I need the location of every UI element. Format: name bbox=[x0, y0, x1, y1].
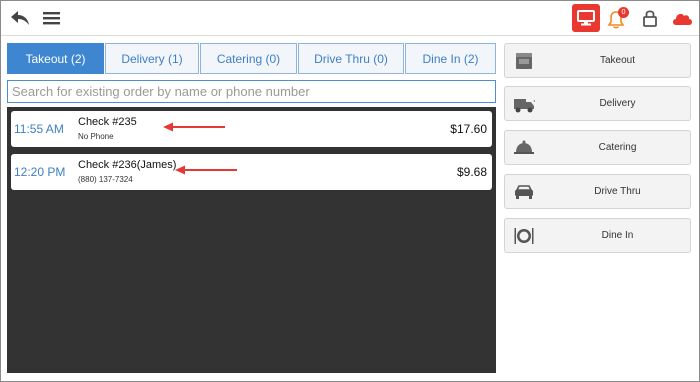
lock-icon[interactable] bbox=[643, 9, 657, 27]
tab-delivery[interactable]: Delivery (1) bbox=[105, 43, 199, 74]
takeout-button-label: Takeout bbox=[599, 55, 636, 66]
notification-badge: 0 bbox=[618, 7, 629, 18]
order-total: $9.68 bbox=[456, 165, 487, 179]
order-time: 11:55 AM bbox=[14, 122, 64, 136]
customer-display-button[interactable] bbox=[572, 4, 600, 32]
order-phone: No Phone bbox=[78, 132, 114, 141]
dine-in-button-label: Dine In bbox=[601, 230, 634, 241]
delivery-truck-icon bbox=[514, 99, 535, 113]
order-check-number: Check #235 bbox=[78, 116, 137, 128]
hamburger-menu-icon[interactable] bbox=[43, 10, 60, 26]
order-phone: (880) 137-7324 bbox=[78, 175, 133, 184]
tab-dine-in[interactable]: Dine In (2) bbox=[405, 43, 496, 74]
notifications-button[interactable]: 0 bbox=[607, 7, 629, 29]
drive-thru-button[interactable]: Drive Thru bbox=[504, 174, 691, 209]
order-total: $17.60 bbox=[450, 122, 487, 136]
search-box bbox=[7, 80, 496, 103]
annotation-arrow bbox=[163, 122, 225, 132]
orders-panel: 11:55 AM Check #235 No Phone $17.60 12:2… bbox=[7, 107, 496, 373]
dine-in-button[interactable]: Dine In bbox=[504, 218, 691, 253]
catering-cloche-icon bbox=[514, 140, 534, 154]
catering-button[interactable]: Catering bbox=[504, 130, 691, 165]
order-row[interactable]: 12:20 PM Check #236(James) (880) 137-732… bbox=[11, 154, 492, 190]
delivery-button[interactable]: Delivery bbox=[504, 86, 691, 121]
drive-thru-button-label: Drive Thru bbox=[594, 186, 641, 197]
annotation-arrow bbox=[175, 165, 237, 175]
delivery-button-label: Delivery bbox=[599, 98, 636, 109]
takeout-button[interactable]: Takeout bbox=[504, 43, 691, 78]
tab-drive-thru[interactable]: Drive Thru (0) bbox=[298, 43, 404, 74]
monitor-icon bbox=[577, 10, 595, 26]
order-type-tabs: Takeout (2) Delivery (1) Catering (0) Dr… bbox=[7, 43, 496, 74]
catering-button-label: Catering bbox=[598, 142, 637, 153]
tab-catering[interactable]: Catering (0) bbox=[200, 43, 297, 74]
search-input[interactable] bbox=[8, 81, 495, 102]
takeout-bag-icon bbox=[516, 53, 532, 69]
car-icon bbox=[515, 185, 533, 199]
back-arrow-icon[interactable] bbox=[10, 9, 30, 27]
tab-takeout[interactable]: Takeout (2) bbox=[7, 43, 104, 74]
top-bar: 0 bbox=[1, 1, 699, 36]
order-row[interactable]: 11:55 AM Check #235 No Phone $17.60 bbox=[11, 111, 492, 147]
order-time: 12:20 PM bbox=[14, 165, 66, 179]
cloud-icon[interactable] bbox=[671, 11, 693, 26]
order-check-number: Check #236(James) bbox=[78, 159, 177, 171]
plate-cutlery-icon bbox=[514, 228, 534, 244]
